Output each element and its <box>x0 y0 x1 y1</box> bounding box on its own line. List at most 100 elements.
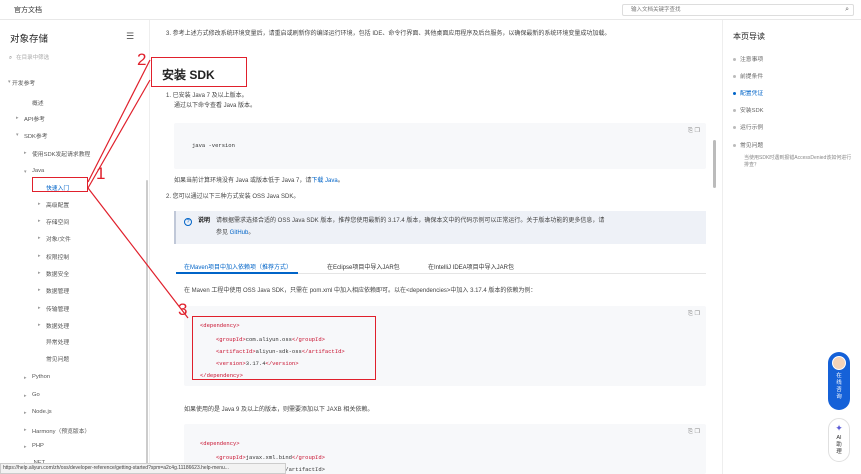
sidebar-item[interactable]: ▸ 数据管理 <box>0 286 149 298</box>
sidebar-scrollbar[interactable] <box>146 180 148 474</box>
sidebar-item[interactable]: ▸ Python <box>0 374 149 386</box>
chevron-down-icon[interactable]: ▾ <box>8 79 11 85</box>
status-url-bar: https://help.aliyun.com/zh/oss/developer… <box>0 463 286 474</box>
toc-item[interactable]: 配置凭证 <box>733 88 763 97</box>
sidebar-item[interactable]: ▸ 对象/文件 <box>0 234 149 246</box>
toc-item[interactable]: 前提条件 <box>733 71 763 80</box>
online-consult-button[interactable]: 在线咨询 <box>828 352 850 410</box>
code-block-java-version: ⎘ ❐ java -version <box>174 123 706 169</box>
java-note: 如果当前计算环境没有 Java 或版本低于 Java 7，请下载 Java。 <box>174 178 344 184</box>
chevron-right-icon[interactable]: ▸ <box>38 218 41 224</box>
sidebar-item-label: 数据管理 <box>46 289 70 295</box>
menu-collapse-icon[interactable]: ☰ <box>126 31 134 42</box>
sidebar-item[interactable]: 常见问题 <box>0 354 149 366</box>
sidebar-item[interactable]: 异常处理 <box>0 337 149 349</box>
sidebar-item[interactable]: ▸ 传输管理 <box>0 304 149 316</box>
sidebar-item[interactable]: ▸ 存储空间 <box>0 217 149 229</box>
chevron-right-icon[interactable]: ▸ <box>24 444 27 450</box>
tab-maven[interactable]: 在Maven项目中加入依赖项（推荐方式） <box>184 262 292 271</box>
bullet-icon <box>733 91 736 95</box>
sidebar-item[interactable]: ▾ SDK参考 <box>0 131 149 143</box>
tab-intellij[interactable]: 在IntelliJ IDEA项目中导入JAR包 <box>428 262 514 271</box>
sidebar-item[interactable]: ▸ 高级配置 <box>0 200 149 212</box>
sidebar-item[interactable]: ▸ 使用SDK发起请求教程 <box>0 149 149 161</box>
annotation-number-1: 1 <box>96 164 106 183</box>
download-java-link[interactable]: 下载 Java <box>311 178 337 184</box>
sidebar-item-label: Java <box>32 168 45 174</box>
sidebar-item-label: 异常处理 <box>46 340 70 346</box>
note-line-1: 请根据需求选择合适的 OSS Java SDK 版本，推荐您使用最新的 3.17… <box>216 218 605 224</box>
sidebar-item-label: 常见问题 <box>46 357 70 363</box>
bullet-icon <box>733 143 736 147</box>
active-tab-indicator <box>176 272 298 274</box>
chevron-right-icon[interactable]: ▸ <box>38 235 41 241</box>
annotation-number-3: 3 <box>178 300 188 319</box>
sidebar-item[interactable]: ▸ API参考 <box>0 114 149 126</box>
sidebar-item[interactable]: ▸ Node.js <box>0 409 149 421</box>
annotation-box-1 <box>32 177 88 192</box>
chevron-right-icon[interactable]: ▸ <box>24 393 27 399</box>
sidebar-item-label: API参考 <box>24 117 45 123</box>
sidebar-item[interactable]: ▸ 数据安全 <box>0 269 149 281</box>
github-link[interactable]: GitHub <box>230 230 249 236</box>
chevron-right-icon[interactable]: ▸ <box>38 201 41 207</box>
annotation-box-2 <box>151 57 247 87</box>
chevron-right-icon[interactable]: ▸ <box>38 270 41 276</box>
chevron-right-icon[interactable]: ▸ <box>24 410 27 416</box>
toc-item[interactable]: 注意事项 <box>733 54 763 63</box>
step2-text: 2. 您可以通过以下三种方式安装 OSS Java SDK。 <box>166 194 300 200</box>
toc-item-label: 常见问题 <box>740 143 764 149</box>
toc-item[interactable]: 运行示例 <box>733 122 763 131</box>
doc-search-input[interactable] <box>623 5 833 15</box>
search-icon[interactable]: ⌕ <box>845 6 849 14</box>
sidebar-item[interactable]: ▸ Go <box>0 392 149 404</box>
info-icon: ? <box>184 218 192 226</box>
copy-icon[interactable]: ⎘ ❐ <box>688 428 700 436</box>
chevron-right-icon[interactable]: ▸ <box>38 287 41 293</box>
sidebar-item[interactable]: ▸ Harmony（预览版本） <box>0 426 149 438</box>
site-brand-link[interactable]: 官方文档 <box>14 5 42 15</box>
sidebar-item[interactable]: ▸ 权限控制 <box>0 252 149 264</box>
code-line: java -version <box>192 142 235 149</box>
sidebar-item-label: 高级配置 <box>46 203 70 209</box>
main-scrollbar[interactable] <box>713 140 716 188</box>
sidebar-item-label: Node.js <box>32 409 52 415</box>
toc-item-label: 前提条件 <box>740 74 764 80</box>
chevron-right-icon[interactable]: ▸ <box>24 375 27 381</box>
doc-search-box[interactable]: ⌕ <box>622 4 854 16</box>
toc-subitem[interactable]: 当使用SDK时遇到报错AccessDenied该如何进行排查？ <box>744 155 854 169</box>
chevron-right-icon[interactable]: ▸ <box>38 322 41 328</box>
chevron-right-icon[interactable]: ▸ <box>24 427 27 433</box>
search-icon: ⌕ <box>9 55 13 61</box>
sidebar-item-label: 使用SDK发起请求教程 <box>32 152 91 158</box>
sidebar-item[interactable]: ▸ PHP <box>0 443 149 455</box>
sidebar-item[interactable]: ▾ 开发参考 <box>0 78 149 90</box>
install-method-tabs: 在Maven项目中加入依赖项（推荐方式） 在Eclipse项目中导入JAR包 在… <box>176 258 706 274</box>
sidebar-item-label: 开发参考 <box>12 81 36 87</box>
ai-assistant-button[interactable]: ✦ AI助理 <box>828 418 850 462</box>
sidebar-item-label: 传输管理 <box>46 307 70 313</box>
toc-item-label: 安装SDK <box>740 108 764 114</box>
sidebar-item[interactable]: 概述 <box>0 98 149 110</box>
toc-item[interactable]: 安装SDK <box>733 105 764 114</box>
chevron-down-icon[interactable]: ▾ <box>24 169 27 175</box>
sidebar-item-label: Harmony（预览版本） <box>32 429 91 435</box>
toc-title: 本页导读 <box>733 32 765 41</box>
code-line: <groupId>javax.xml.bind</groupId> <box>216 454 325 461</box>
step1-subtext: 通过以下命令查看 Java 版本。 <box>174 103 257 109</box>
copy-icon[interactable]: ⎘ ❐ <box>688 310 700 318</box>
chevron-right-icon[interactable]: ▸ <box>38 253 41 259</box>
tab-eclipse[interactable]: 在Eclipse项目中导入JAR包 <box>327 262 400 271</box>
toc-item-label: 注意事项 <box>740 57 764 63</box>
toc-item[interactable]: 常见问题 <box>733 140 763 149</box>
chevron-right-icon[interactable]: ▸ <box>16 115 19 121</box>
chevron-down-icon[interactable]: ▾ <box>16 132 19 138</box>
sidebar-item-label: Python <box>32 374 51 380</box>
sidebar-filter-input[interactable]: ⌕ 在目录中筛选 <box>9 53 139 65</box>
chevron-right-icon[interactable]: ▸ <box>38 305 41 311</box>
avatar <box>832 356 846 370</box>
copy-icon[interactable]: ⎘ ❐ <box>688 127 700 135</box>
chevron-right-icon[interactable]: ▸ <box>24 150 27 156</box>
sidebar-item[interactable]: ▸ 数据处理 <box>0 321 149 333</box>
bullet-icon <box>733 57 736 61</box>
